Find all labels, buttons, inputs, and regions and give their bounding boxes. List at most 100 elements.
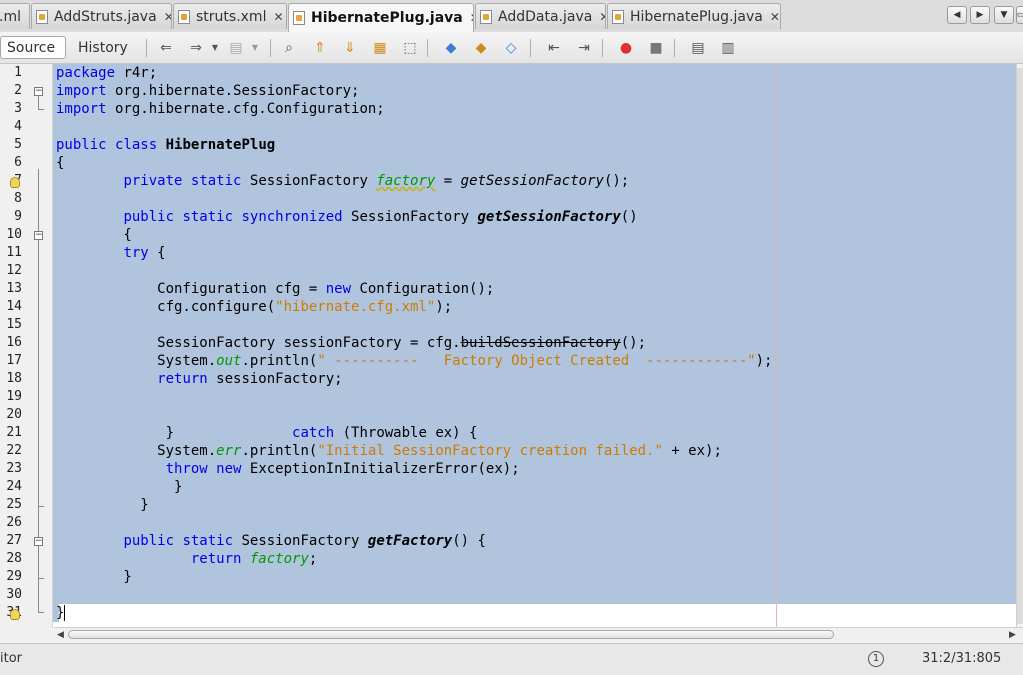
code-line: System.err.println("Initial SessionFacto… — [56, 442, 772, 460]
code-line: return sessionFactory; — [56, 370, 772, 388]
fold-toggle-icon[interactable]: − — [34, 537, 43, 546]
scroll-left-icon[interactable]: ◀ — [57, 628, 64, 642]
find-icon[interactable]: ⌕ — [281, 40, 297, 56]
code-token: " ---------- Factory Object Created ----… — [317, 353, 756, 369]
highlight-icon[interactable]: ▦ — [372, 40, 388, 56]
code-token: (); — [620, 335, 647, 351]
vertical-scrollbar-thumb[interactable] — [1017, 68, 1023, 624]
scroll-right-icon[interactable]: ▶ — [1009, 628, 1016, 642]
code-token: import — [56, 101, 107, 117]
line-number: 15 — [6, 317, 22, 332]
toggle-bookmark-icon[interactable]: ◇ — [503, 40, 519, 56]
previous-bookmark-icon[interactable]: ◆ — [443, 40, 459, 56]
code-token: getSessionFactory — [460, 173, 604, 189]
close-icon[interactable]: ✕ — [770, 10, 780, 24]
line-number: 22 — [6, 443, 22, 458]
code-token: SessionFactory — [342, 209, 478, 225]
close-icon[interactable]: ✕ — [470, 11, 473, 25]
code-token: cfg.configure( — [56, 299, 276, 315]
show-opened-documents-icon[interactable]: ▼ — [994, 6, 1014, 24]
source-code[interactable]: package r4r; import org.hibernate.Session… — [56, 64, 772, 622]
line-number: 4 — [14, 119, 22, 134]
record-macro-icon[interactable]: ● — [618, 40, 634, 56]
dropdown-icon[interactable]: ▼ — [247, 40, 263, 56]
next-bookmark-icon[interactable]: ◆ — [473, 40, 489, 56]
java-file-icon — [480, 9, 492, 24]
back-icon[interactable]: ⇐ — [158, 40, 174, 56]
shift-right-icon[interactable]: ⇥ — [576, 40, 592, 56]
stop-macro-icon[interactable]: ■ — [648, 40, 664, 56]
find-previous-icon[interactable]: ⇑ — [312, 40, 328, 56]
right-margin-guide — [776, 64, 777, 628]
code-token: class — [115, 137, 158, 153]
fold-guide-end — [38, 506, 44, 507]
code-line: } — [56, 478, 772, 496]
comment-icon[interactable]: ▤ — [690, 40, 706, 56]
code-token: SessionFactory — [233, 533, 368, 549]
find-next-icon[interactable]: ⇓ — [342, 40, 358, 56]
fold-toggle-icon[interactable]: − — [34, 231, 43, 240]
tab-adddata-java[interactable]: AddData.java ✕ — [475, 3, 606, 29]
notifications-icon[interactable]: 1 — [868, 651, 884, 667]
close-icon[interactable]: ✕ — [273, 10, 283, 24]
code-token: sessionFactory; — [207, 371, 343, 387]
code-token: package — [56, 65, 116, 81]
close-icon[interactable]: ✕ — [599, 10, 605, 24]
line-number: 19 — [6, 389, 22, 404]
uncomment-icon[interactable]: ▥ — [720, 40, 736, 56]
code-line: public static SessionFactory getFactory(… — [56, 532, 772, 550]
tab-hibernateplug-java-active[interactable]: HibernatePlug.java ✕ — [288, 3, 474, 32]
code-line: } — [56, 568, 772, 586]
code-line: public class HibernatePlug — [56, 136, 772, 154]
code-token: static — [182, 533, 234, 549]
forward-icon[interactable]: ⇒ — [188, 40, 204, 56]
tab-hibernateplug-java[interactable]: HibernatePlug.java ✕ — [607, 3, 781, 29]
source-button[interactable]: Source — [0, 36, 66, 59]
java-file-icon — [612, 9, 624, 24]
code-line: throw new ExceptionInInitializerError(ex… — [56, 460, 772, 478]
code-token: catch — [292, 425, 335, 441]
lightbulb-hint-icon[interactable] — [10, 177, 20, 188]
code-line: Configuration cfg = new Configuration(); — [56, 280, 772, 298]
tab-struts-xml[interactable]: struts.xml ✕ — [173, 3, 287, 29]
code-token: } — [56, 497, 149, 513]
fold-toggle-icon[interactable]: − — [34, 87, 43, 96]
horizontal-scrollbar-thumb[interactable] — [68, 630, 834, 639]
code-token: r4r; — [115, 65, 158, 81]
code-token: public — [123, 209, 175, 225]
line-number: 24 — [6, 479, 22, 494]
history-button[interactable]: History — [72, 36, 138, 59]
code-line: System.out.println(" ---------- Factory … — [56, 352, 772, 370]
code-token: "Initial SessionFactory creation failed.… — [317, 443, 663, 459]
tab-addstruts-java[interactable]: AddStruts.java ✕ — [31, 3, 172, 29]
line-number: 5 — [14, 137, 22, 152]
code-token: } — [56, 605, 65, 621]
code-token: () — [620, 209, 638, 225]
scroll-tabs-left-icon[interactable]: ◀ — [947, 6, 967, 24]
restore-window-icon[interactable]: ▭ — [1016, 6, 1023, 24]
tab-ml[interactable]: .ml — [0, 3, 30, 29]
shift-left-icon[interactable]: ⇤ — [546, 40, 562, 56]
horizontal-scrollbar[interactable]: ◀ ▶ — [54, 627, 1023, 642]
code-token: } — [56, 425, 293, 441]
code-token: (); — [603, 173, 630, 189]
code-token: { — [56, 227, 132, 243]
text-caret — [64, 605, 66, 621]
code-line: cfg.configure("hibernate.cfg.xml"); — [56, 298, 772, 316]
code-line: { — [56, 226, 772, 244]
editor-toolbar: Source History ⇐ ⇒ ▼ ▤ ▼ ⌕ ⇑ ⇓ ▦ ⬚ ◆ ◆ ◇… — [0, 32, 1023, 64]
lightbulb-hint-icon[interactable] — [10, 609, 20, 620]
dropdown-icon[interactable]: ▼ — [207, 40, 223, 56]
close-icon[interactable]: ✕ — [164, 10, 171, 24]
code-line: private static SessionFactory factory = … — [56, 172, 772, 190]
code-line: { — [56, 154, 772, 172]
tab-label: AddStruts.java — [54, 8, 157, 25]
scroll-tabs-right-icon[interactable]: ▶ — [970, 6, 990, 24]
xml-file-icon — [178, 9, 190, 24]
vertical-scrollbar[interactable] — [1016, 64, 1023, 628]
select-icon[interactable]: ⬚ — [402, 40, 418, 56]
code-editor[interactable]: package r4r; import org.hibernate.Session… — [53, 64, 1016, 628]
